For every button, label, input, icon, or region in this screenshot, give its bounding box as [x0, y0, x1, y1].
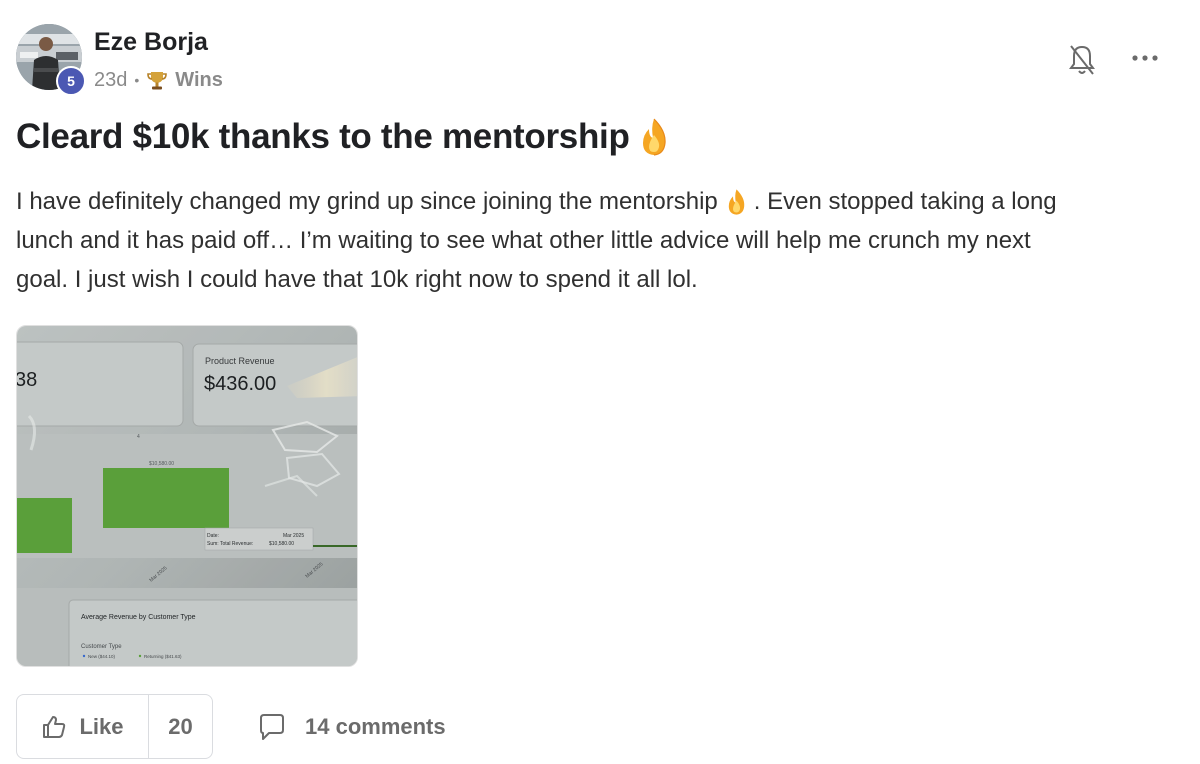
- level-badge: 5: [56, 66, 86, 96]
- body-line: I have definitely changed my grind up si…: [16, 182, 1166, 221]
- body-line-text: . Even stopped taking a long: [753, 188, 1057, 215]
- fire-emoji-icon: [639, 117, 669, 157]
- fire-emoji-icon: [726, 188, 747, 216]
- body-line-text: goal. I just wish I could have that 10k …: [16, 266, 698, 293]
- body-line: goal. I just wish I could have that 10k …: [16, 260, 1166, 299]
- post-header: 5 Eze Borja 23d • Wins: [16, 24, 1184, 96]
- post-meta: 23d • Wins: [94, 67, 223, 93]
- post-body: I have definitely changed my grind up si…: [16, 182, 1166, 299]
- post-time: 23d: [94, 68, 128, 91]
- thumbs-up-icon: [43, 715, 66, 738]
- comments-label: 14 comments: [305, 713, 446, 739]
- trophy-icon: [146, 69, 168, 91]
- post-title-text: Cleard $10k thanks to the mentorship: [16, 117, 630, 156]
- post-image[interactable]: Product Revenue $436.00 38 4 $10,580.00 …: [16, 325, 358, 667]
- comments-button[interactable]: 14 comments: [257, 694, 446, 759]
- comment-icon: [260, 713, 284, 740]
- bell-off-icon[interactable]: [1069, 43, 1095, 77]
- post-actions: Like 20 14 comments: [16, 694, 716, 759]
- body-line: lunch and it has paid off… I’m waiting t…: [16, 221, 1166, 260]
- category-link[interactable]: Wins: [175, 69, 223, 92]
- author-name[interactable]: Eze Borja: [94, 28, 208, 57]
- body-line-text: lunch and it has paid off… I’m waiting t…: [16, 227, 1031, 254]
- like-count[interactable]: 20: [149, 695, 212, 758]
- like-label: Like: [79, 713, 124, 739]
- meta-separator: •: [134, 72, 140, 88]
- like-button[interactable]: Like: [17, 695, 149, 758]
- body-line-text: I have definitely changed my grind up si…: [16, 188, 718, 215]
- like-group: Like 20: [16, 694, 213, 759]
- post-title[interactable]: Cleard $10k thanks to the mentorship: [16, 117, 669, 157]
- more-options-icon[interactable]: [1130, 50, 1160, 66]
